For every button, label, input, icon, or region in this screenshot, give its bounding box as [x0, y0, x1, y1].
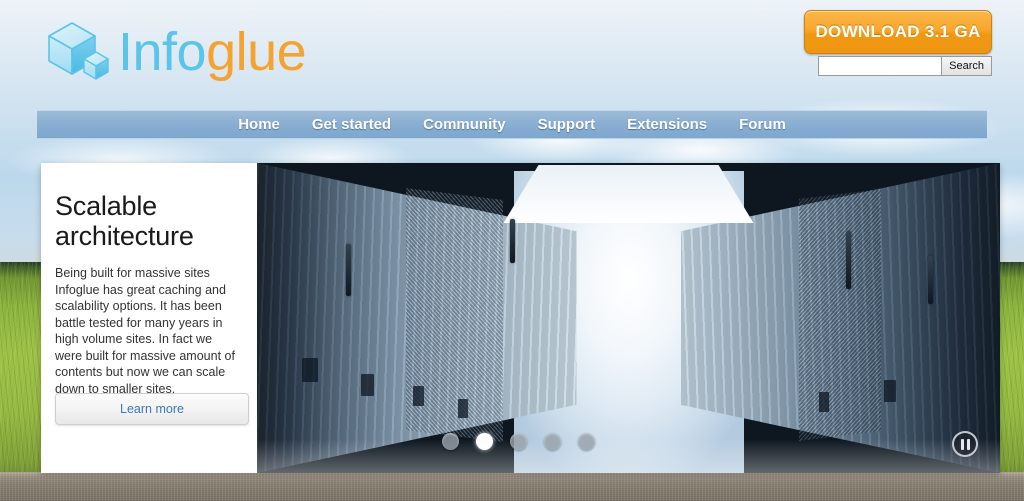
- carousel-dot-4[interactable]: [544, 433, 561, 450]
- carousel-dot-3[interactable]: [510, 433, 527, 450]
- logo-word-info: Info: [118, 22, 207, 82]
- main-navigation: Home Get started Community Support Exten…: [37, 110, 987, 139]
- search-form: Search: [818, 56, 992, 76]
- nav-item-support[interactable]: Support: [538, 116, 596, 133]
- background-road: [0, 472, 1024, 501]
- carousel-pause-button[interactable]: [952, 431, 978, 457]
- nav-item-community[interactable]: Community: [423, 116, 506, 133]
- logo-word-glue: glue: [206, 22, 307, 82]
- search-button[interactable]: Search: [942, 56, 992, 76]
- nav-item-home[interactable]: Home: [238, 116, 280, 133]
- slide-body: Being built for massive sites Infoglue h…: [55, 266, 235, 396]
- nav-item-get-started[interactable]: Get started: [312, 116, 391, 133]
- nav-item-extensions[interactable]: Extensions: [627, 116, 707, 133]
- carousel-slide-text: Scalable architecture Being built for ma…: [41, 163, 257, 473]
- learn-more-button[interactable]: Learn more: [55, 393, 249, 425]
- cube-logo-icon: [46, 21, 112, 83]
- slide-title: Scalable architecture: [55, 191, 194, 251]
- site-header: Infoglue DOWNLOAD 3.1 GA Search: [0, 0, 1024, 110]
- download-button[interactable]: DOWNLOAD 3.1 GA: [804, 10, 992, 54]
- pause-icon-bar-2: [966, 438, 970, 450]
- hero-carousel: Scalable architecture Being built for ma…: [41, 163, 1000, 473]
- nav-item-forum[interactable]: Forum: [739, 116, 786, 133]
- pause-icon: [960, 438, 964, 450]
- carousel-slide-image: [257, 163, 1000, 473]
- site-logo[interactable]: Infoglue: [46, 16, 307, 88]
- carousel-dot-5[interactable]: [578, 433, 595, 450]
- page-root: Infoglue DOWNLOAD 3.1 GA Search Home Get…: [0, 0, 1024, 501]
- search-input[interactable]: [818, 56, 943, 76]
- datacenter-photo: [257, 163, 1000, 473]
- logo-wordmark: Infoglue: [118, 22, 307, 82]
- carousel-dots: [442, 433, 595, 450]
- carousel-dot-2[interactable]: [476, 433, 493, 450]
- carousel-dot-1[interactable]: [442, 433, 459, 450]
